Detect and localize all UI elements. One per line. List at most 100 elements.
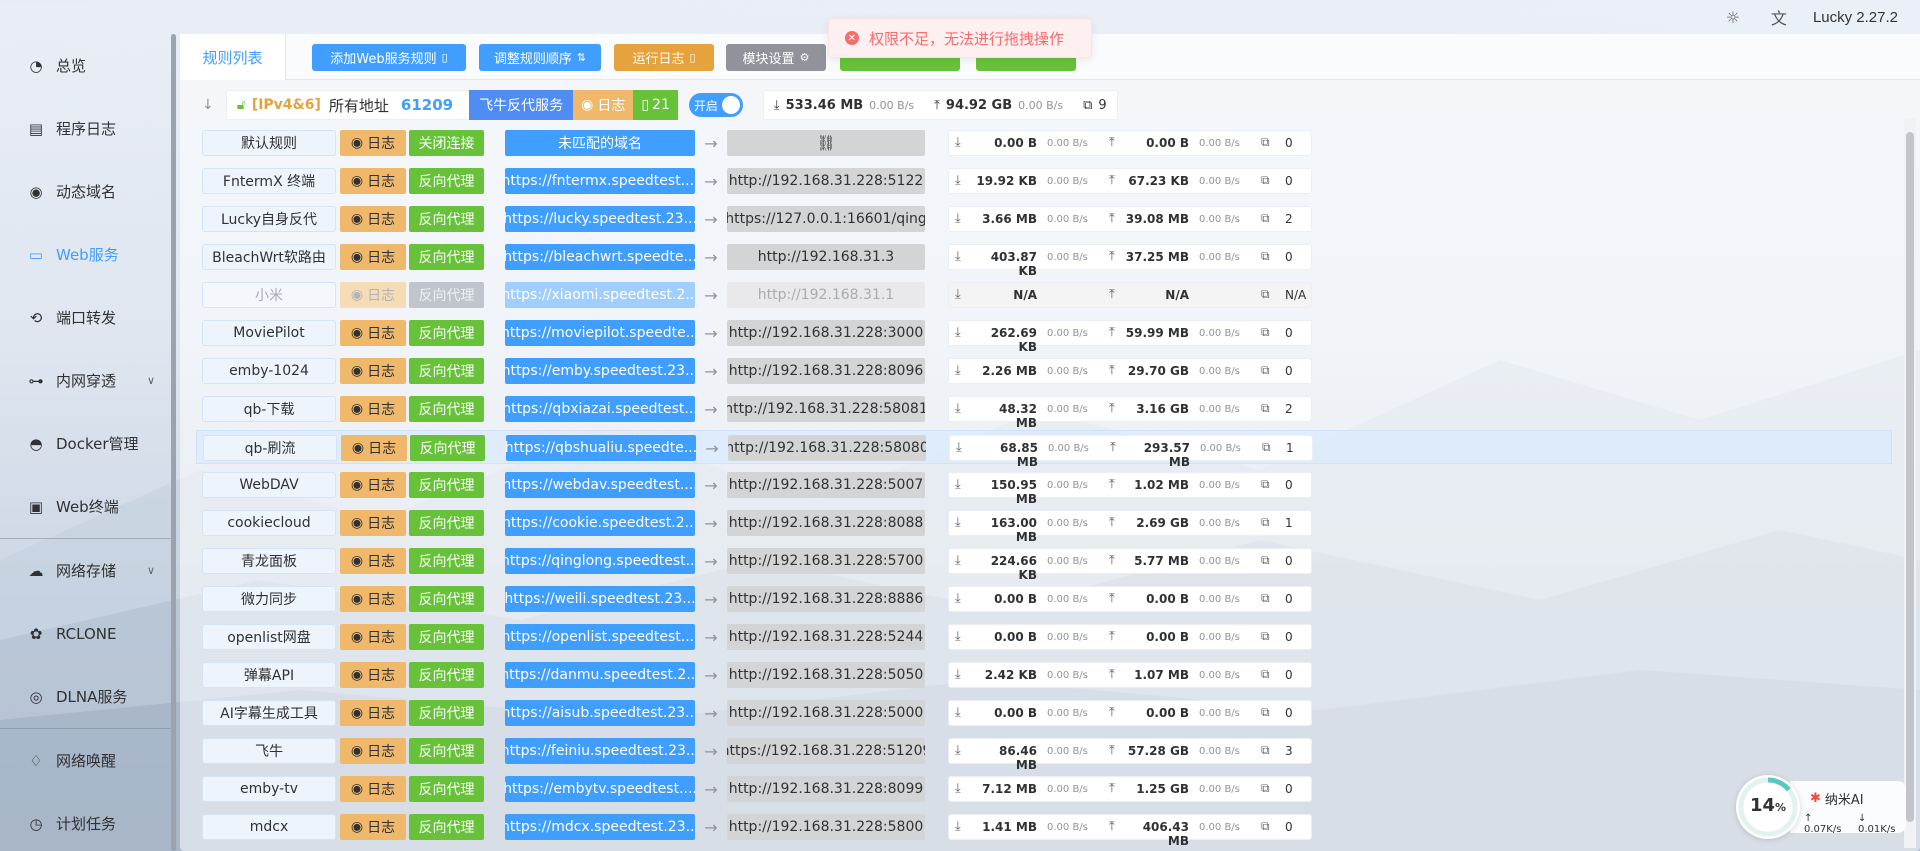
rule-name[interactable]: Lucky自身反代 [202,206,336,232]
rule-name[interactable]: cookiecloud [202,510,336,536]
run-log-button[interactable]: 运行日志 ▯ [614,44,714,71]
target-address[interactable]: http://192.168.31.228:5122 [727,168,925,194]
rule-name[interactable]: FntermX 终端 [202,168,336,194]
domain-button[interactable]: https://qbxiazai.speedtest... [505,396,695,422]
rule-name[interactable]: mdcx [202,814,336,840]
nano-ai-widget[interactable]: ✱ 纳米AI ↑ 0.07K/s ↓ 0.01K/s 14% [1736,775,1906,839]
sidebar-item-port-forward[interactable]: ⟲ 端口转发 [0,286,175,349]
rule-type-button[interactable]: 反向代理 [409,662,484,688]
target-address[interactable]: http://192.168.31.228:58080 [728,435,926,461]
rule-name[interactable]: emby-tv [202,776,336,802]
rule-type-button[interactable]: 反向代理 [409,738,484,764]
target-address[interactable]: http://192.168.31.228:58081 [727,396,925,422]
sun-icon[interactable]: ☼ [1721,6,1745,28]
rule-type-button[interactable]: 反向代理 [409,206,484,232]
target-address[interactable]: http://192.168.31.228:5000 [727,700,925,726]
table-row[interactable]: AI字幕生成工具 ◉ 日志 反向代理 https://aisub.speedtest.2… [196,696,1892,730]
sidebar-item-intranet[interactable]: ⊶ 内网穿透 ∨ [0,349,175,412]
domain-button[interactable]: https://openlist.speedtest.... [505,624,695,650]
rule-name[interactable]: qb-刷流 [203,435,337,461]
tab-rule-list[interactable]: 规则列表 [180,34,286,80]
rule-type-button[interactable]: 反向代理 [409,548,484,574]
rule-type-button[interactable]: 反向代理 [409,168,484,194]
add-rule-button[interactable]: 添加Web服务规则 ▯ [312,44,466,71]
target-address[interactable]: http://192.168.31.228:5244 [727,624,925,650]
module-settings-button[interactable]: 模块设置 ⚙ [726,44,826,71]
domain-button[interactable]: https://bleachwrt.speedte... [505,244,695,270]
log-button[interactable]: ◉ 日志 [340,700,406,726]
domain-button[interactable]: https://lucky.speedtest.23... [505,206,695,232]
rule-name[interactable]: qb-下载 [202,396,336,422]
sidebar-item-ddns[interactable]: ◉ 动态域名 [0,160,175,223]
table-row[interactable]: emby-tv ◉ 日志 反向代理 https://embytv.speedtest..… [196,772,1892,806]
sidebar-item-storage[interactable]: ☁ 网络存储 ∨ [0,539,175,602]
table-row[interactable]: 青龙面板 ◉ 日志 反向代理 https://qinglong.speedtest...… [196,544,1892,582]
log-button[interactable]: ◉ 日志 [340,738,406,764]
main-scrollbar[interactable] [1904,118,1916,848]
reorder-button[interactable]: 调整规则顺序 ⇅ [479,44,601,71]
domain-button[interactable]: https://emby.speedtest.23... [505,358,695,384]
rule-log-button[interactable]: ◉ 日志 [573,90,634,120]
target-address[interactable]: https://192.168.31.228:51209 [727,738,925,764]
rule-type-button[interactable]: 反向代理 [409,814,484,840]
scrollbar-thumb[interactable] [1906,132,1914,822]
domain-button[interactable]: https://mdcx.speedtest.23... [505,814,695,840]
rule-type-button[interactable]: 反向代理 [409,320,484,346]
table-row[interactable]: emby-1024 ◉ 日志 反向代理 https://emby.speedtest.2… [196,354,1892,388]
log-button[interactable]: ◉ 日志 [340,358,406,384]
sidebar-item-wol[interactable]: ♢ 网络唤醒 [0,729,175,792]
log-button[interactable]: ◉ 日志 [340,472,406,498]
sidebar-scrollbar[interactable] [171,34,176,851]
rule-enable-switch[interactable]: 开启 [688,93,743,117]
log-button[interactable]: ◉ 日志 [341,435,407,461]
rule-type-button[interactable]: 关闭连接 [409,130,484,156]
target-address[interactable]: http://192.168.31.1 [727,282,925,308]
sidebar-item-docker[interactable]: ◓ Docker管理 [0,412,175,475]
table-row[interactable]: BleachWrt软路由 ◉ 日志 反向代理 https://bleachwrt.spe… [196,240,1892,278]
table-row[interactable]: 小米 ◉ 日志 反向代理 https://xiaomi.speedtest.2... → h… [196,278,1892,312]
sidebar-item-web-service[interactable]: ▭ Web服务 [0,223,175,286]
domain-button[interactable]: https://feiniu.speedtest.23... [505,738,695,764]
sidebar-item-rclone[interactable]: ✿ RCLONE [0,602,175,665]
domain-button[interactable]: https://embytv.speedtest.... [505,776,695,802]
sidebar-item-web-terminal[interactable]: ▣ Web终端 [0,475,175,538]
rule-type-button[interactable]: 反向代理 [409,700,484,726]
table-row[interactable]: openlist网盘 ◉ 日志 反向代理 https://openlist.speedt… [196,620,1892,654]
log-button[interactable]: ◉ 日志 [340,282,406,308]
log-button[interactable]: ◉ 日志 [340,510,406,536]
log-button[interactable]: ◉ 日志 [340,814,406,840]
rule-type-button[interactable]: 反向代理 [409,472,484,498]
domain-button[interactable]: https://danmu.speedtest.2... [505,662,695,688]
rule-type-button[interactable]: 反向代理 [409,776,484,802]
rule-name[interactable]: WebDAV [202,472,336,498]
target-address[interactable]: http://192.168.31.228:8886 [727,586,925,612]
log-button[interactable]: ◉ 日志 [340,206,406,232]
domain-button[interactable]: https://xiaomi.speedtest.2... [505,282,695,308]
sidebar-item-dlna[interactable]: ◎ DLNA服务 [0,665,175,728]
table-row[interactable]: WebDAV ◉ 日志 反向代理 https://webdav.speedtest...… [196,468,1892,506]
log-button[interactable]: ◉ 日志 [340,130,406,156]
sub-rule-count[interactable]: ▯ 21 [633,90,678,120]
rule-name[interactable]: AI字幕生成工具 [202,700,336,726]
log-button[interactable]: ◉ 日志 [340,586,406,612]
rule-name[interactable]: 弹幕API [202,662,336,688]
service-type-tag[interactable]: 飞牛反代服务 [469,90,574,120]
target-address[interactable]: http://192.168.31.228:8099 [727,776,925,802]
target-address[interactable]: https://127.0.0.1:16601/qing [727,206,925,232]
log-button[interactable]: ◉ 日志 [340,244,406,270]
target-address[interactable]: http://192.168.31.228:8088 [727,510,925,536]
log-button[interactable]: ◉ 日志 [340,548,406,574]
rule-name[interactable]: 青龙面板 [202,548,336,574]
sidebar-item-scheduled[interactable]: ◷ 计划任务 [0,792,175,851]
target-address[interactable]: http://192.168.31.228:5050 [727,662,925,688]
rule-type-button[interactable]: 反向代理 [409,244,484,270]
table-row[interactable]: Lucky自身反代 ◉ 日志 反向代理 https://lucky.speedtest.… [196,202,1892,236]
domain-button[interactable]: https://moviepilot.speedte... [505,320,695,346]
rule-name[interactable]: 小米 [202,282,336,308]
table-row[interactable]: 飞牛 ◉ 日志 反向代理 https://feiniu.speedtest.23... →… [196,734,1892,772]
rule-name[interactable]: 默认规则 [202,130,336,156]
domain-button[interactable]: https://fntermx.speedtest.... [505,168,695,194]
target-address[interactable]: http://192.168.31.228:3000 [727,320,925,346]
domain-button[interactable]: https://cookie.speedtest.2... [505,510,695,536]
table-row[interactable]: qb-刷流 ◉ 日志 反向代理 https://qbshualiu.speedte...… [196,430,1892,469]
